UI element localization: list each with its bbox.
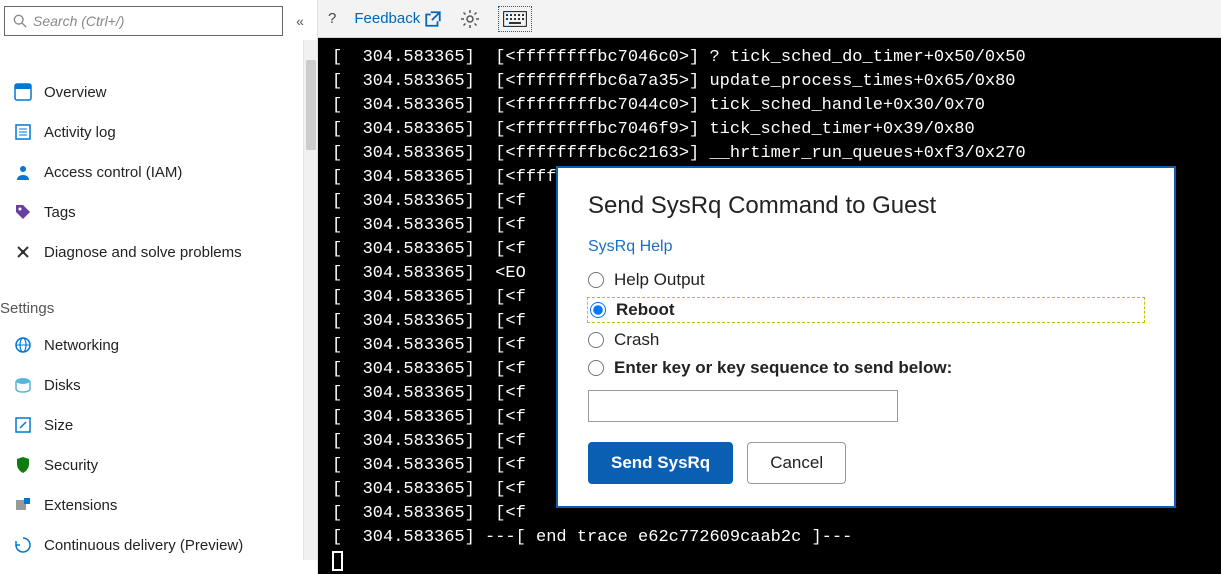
sysrq-radio[interactable] xyxy=(588,272,604,288)
sidebar-item-label: Activity log xyxy=(44,124,116,141)
sysrq-key-input[interactable] xyxy=(588,390,898,422)
sysrq-radio[interactable] xyxy=(588,360,604,376)
sidebar-item-label: Security xyxy=(44,457,98,474)
sidebar-item-label: Diagnose and solve problems xyxy=(44,244,242,261)
sysrq-radio[interactable] xyxy=(590,302,606,318)
sysrq-help-link[interactable]: SysRq Help xyxy=(588,238,672,256)
security-icon xyxy=(14,456,32,474)
collapse-sidebar-icon[interactable]: « xyxy=(291,13,309,29)
tags-icon xyxy=(14,203,32,221)
sysrq-option-enter-key-or-key-sequence-to-send-below[interactable]: Enter key or key sequence to send below: xyxy=(588,358,1144,378)
sidebar-item-label: Access control (IAM) xyxy=(44,164,182,181)
sidebar-item-label: Disks xyxy=(44,377,81,394)
settings-gear-button[interactable] xyxy=(460,9,480,29)
send-sysrq-button[interactable]: Send SysRq xyxy=(588,442,733,484)
feedback-label: Feedback xyxy=(354,10,420,27)
external-link-icon xyxy=(424,10,442,28)
sysrq-radio[interactable] xyxy=(588,332,604,348)
dialog-buttons: Send SysRq Cancel xyxy=(588,442,1144,484)
sidebar-item-label: Overview xyxy=(44,84,107,101)
feedback-link[interactable]: Feedback xyxy=(354,10,442,28)
sysrq-option-label: Enter key or key sequence to send below: xyxy=(614,358,952,378)
sidebar-item-size[interactable]: Size xyxy=(0,405,317,445)
sidebar-item-overview[interactable]: Overview xyxy=(0,72,317,112)
sidebar-item-extensions[interactable]: Extensions xyxy=(0,485,317,525)
sidebar-item-label: Networking xyxy=(44,337,119,354)
overview-icon xyxy=(14,83,32,101)
extensions-icon xyxy=(14,496,32,514)
console-cursor xyxy=(332,551,343,571)
nav: Overview Activity log Access control (IAM)… xyxy=(0,42,317,565)
help-button[interactable]: ? xyxy=(328,10,336,27)
search-wrap: Search (Ctrl+/) « xyxy=(0,0,317,42)
sidebar-item-label: Tags xyxy=(44,204,76,221)
sidebar-scrollbar-thumb[interactable] xyxy=(306,60,316,150)
dialog-title: Send SysRq Command to Guest xyxy=(588,192,1144,220)
cancel-button[interactable]: Cancel xyxy=(747,442,846,484)
sysrq-option-label: Crash xyxy=(614,330,659,350)
main-pane: ? Feedback [ 304.583365] [<ffffffffbc704… xyxy=(318,0,1221,574)
sidebar-item-networking[interactable]: Networking xyxy=(0,325,317,365)
sysrq-option-help-output[interactable]: Help Output xyxy=(588,270,1144,290)
sidebar-item-access-control-iam[interactable]: Access control (IAM) xyxy=(0,152,317,192)
sidebar-item-continuous-delivery-preview[interactable]: Continuous delivery (Preview) xyxy=(0,525,317,565)
section-label: Settings xyxy=(0,272,317,325)
sysrq-dialog: Send SysRq Command to Guest SysRq Help H… xyxy=(556,166,1176,508)
sidebar-item-diagnose-and-solve-problems[interactable]: Diagnose and solve problems xyxy=(0,232,317,272)
diagnose-icon xyxy=(14,243,32,261)
sysrq-option-label: Help Output xyxy=(614,270,705,290)
sysrq-option-label: Reboot xyxy=(616,300,675,320)
sidebar-item-activity-log[interactable]: Activity log xyxy=(0,112,317,152)
sidebar-scrollbar[interactable] xyxy=(303,40,317,560)
sidebar-item-security[interactable]: Security xyxy=(0,445,317,485)
disks-icon xyxy=(14,376,32,394)
search-input[interactable]: Search (Ctrl+/) xyxy=(4,6,283,36)
sidebar-item-disks[interactable]: Disks xyxy=(0,365,317,405)
sidebar: Search (Ctrl+/) « Overview Activity log Ac… xyxy=(0,0,318,574)
sidebar-item-label: Continuous delivery (Preview) xyxy=(44,537,243,554)
networking-icon xyxy=(14,336,32,354)
gear-icon xyxy=(460,9,480,29)
activity-log-icon xyxy=(14,123,32,141)
sidebar-item-tags[interactable]: Tags xyxy=(0,192,317,232)
search-placeholder: Search (Ctrl+/) xyxy=(33,13,124,29)
continuous-delivery-icon xyxy=(14,536,32,554)
keyboard-button[interactable] xyxy=(498,6,532,32)
sidebar-item-label: Extensions xyxy=(44,497,117,514)
search-icon xyxy=(13,14,27,28)
sysrq-option-crash[interactable]: Crash xyxy=(588,330,1144,350)
size-icon xyxy=(14,416,32,434)
sysrq-option-reboot[interactable]: Reboot xyxy=(588,298,1144,322)
access-control-icon xyxy=(14,163,32,181)
keyboard-icon xyxy=(503,11,527,27)
sidebar-item-label: Size xyxy=(44,417,73,434)
toolbar: ? Feedback xyxy=(318,0,1221,38)
